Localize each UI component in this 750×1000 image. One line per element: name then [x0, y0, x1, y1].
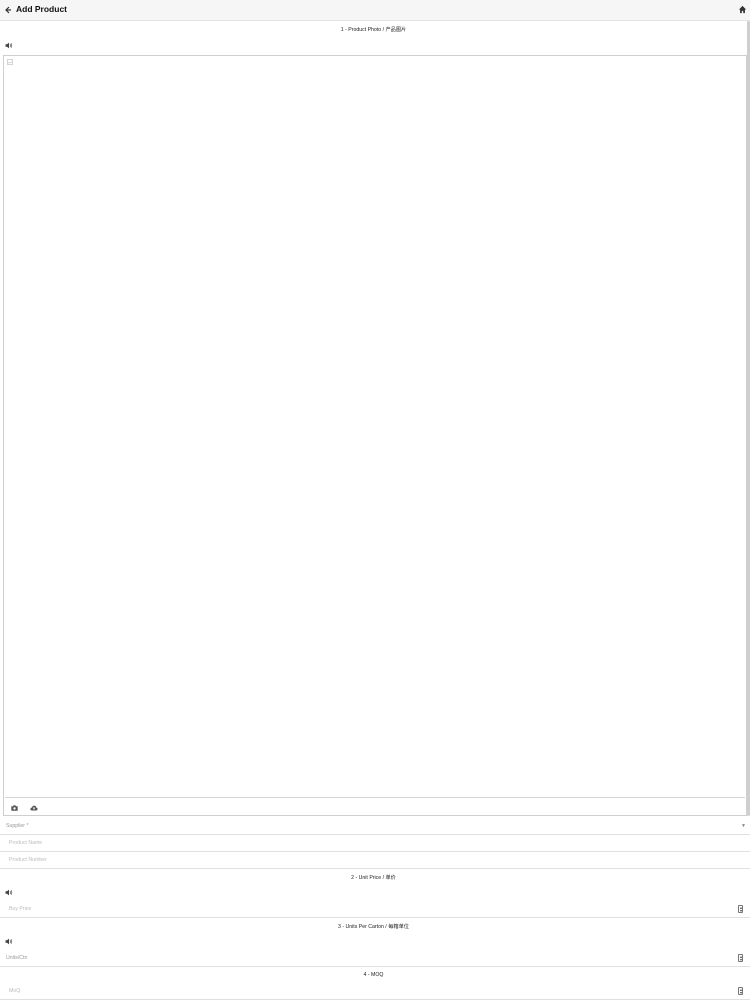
supplier-select[interactable]: Supplier * ▼	[0, 818, 750, 835]
camera-icon[interactable]	[11, 805, 18, 811]
supplier-label: Supplier *	[6, 823, 29, 829]
product-photo-card	[3, 55, 747, 816]
buy-price-input[interactable]	[0, 901, 750, 917]
page-title: Add Product	[16, 4, 67, 14]
app-header: Add Product	[0, 0, 750, 21]
units-per-carton-field[interactable]: Units/Ctn	[0, 950, 750, 967]
units-ctn-label: Units/Ctn	[6, 955, 28, 961]
back-arrow-icon[interactable]	[3, 5, 13, 15]
moq-input[interactable]	[0, 983, 750, 999]
speaker-icon[interactable]	[5, 889, 13, 896]
product-photo-preview[interactable]	[5, 57, 745, 798]
moq-stepper[interactable]	[738, 987, 743, 995]
product-name-input[interactable]	[0, 835, 750, 851]
dropdown-caret-icon: ▼	[741, 823, 746, 829]
section-title-moq: 4 - MOQ	[363, 972, 384, 978]
speaker-icon[interactable]	[5, 42, 13, 49]
product-name-field	[0, 835, 750, 852]
product-number-input[interactable]	[0, 852, 750, 868]
section-title-photo: 1 - Product Photo / 产品图片	[340, 27, 407, 33]
section-title-unit-price: 2 - Unit Price / 单价	[351, 875, 396, 881]
buy-price-field	[0, 901, 750, 918]
section-title-units-per-carton: 3 - Units Per Carton / 每箱单位	[338, 924, 409, 930]
cloud-upload-icon[interactable]	[30, 805, 38, 811]
moq-field	[0, 983, 750, 1000]
buy-price-stepper[interactable]	[738, 905, 743, 913]
units-ctn-stepper[interactable]	[738, 954, 743, 962]
product-number-field	[0, 852, 750, 869]
speaker-icon[interactable]	[5, 938, 13, 945]
broken-image-icon	[7, 59, 13, 65]
home-icon[interactable]	[738, 5, 747, 14]
